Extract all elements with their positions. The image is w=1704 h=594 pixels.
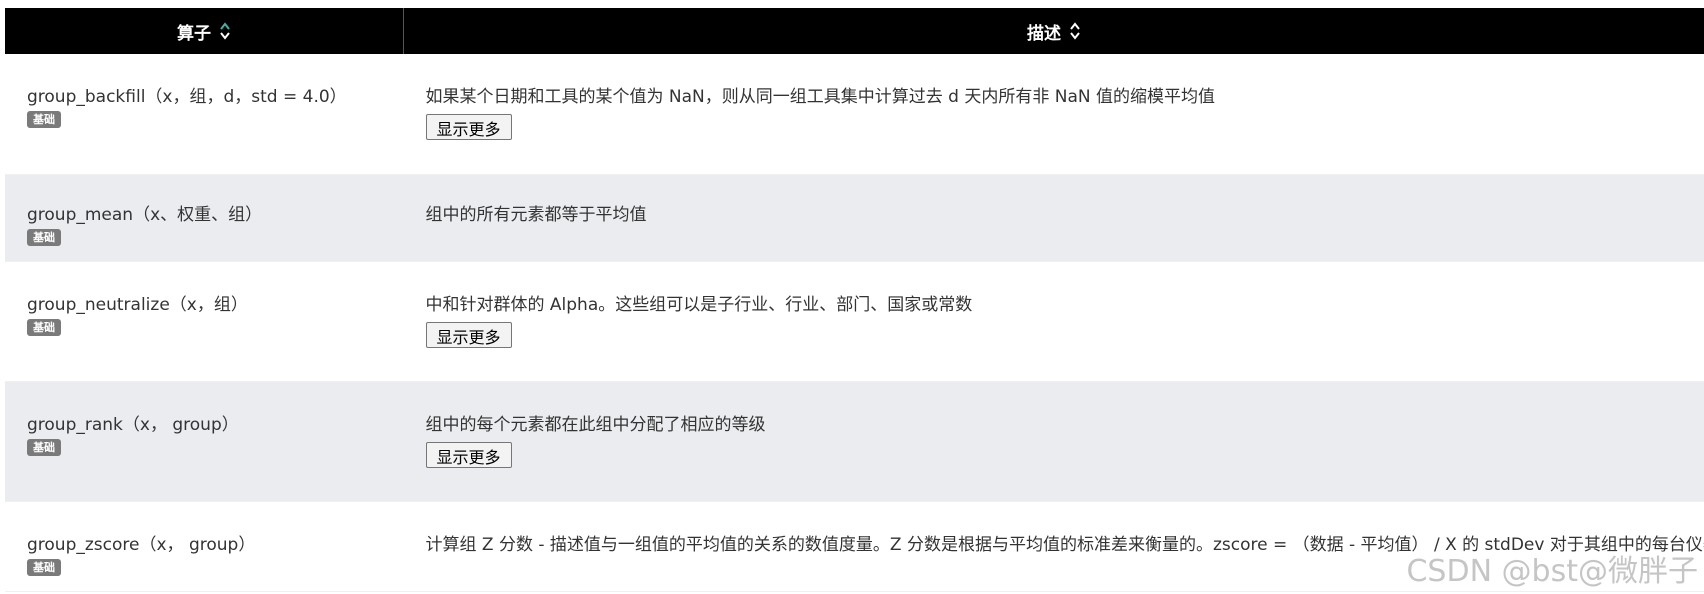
table-row: group_mean（x、权重、组） 基础 组中的所有元素都等于平均值 <box>5 174 1704 261</box>
description-text: 组中的每个元素都在此组中分配了相应的等级 <box>425 414 766 435</box>
table-row: group_backfill（x，组，d，std = 4.0） 基础 如果某个日… <box>5 54 1704 174</box>
table-row: group_neutralize（x，组） 基础 中和针对群体的 Alpha。这… <box>5 261 1704 381</box>
sort-icon[interactable] <box>1069 21 1081 41</box>
show-more-button[interactable]: 显示更多 <box>425 321 512 348</box>
operator-name[interactable]: group_neutralize（x，组） <box>27 295 404 315</box>
table-header-row: 算子 描述 <box>5 8 1704 54</box>
operator-cell: group_zscore（x， group） 基础 <box>5 501 404 591</box>
operator-cell: group_rank（x， group） 基础 <box>5 381 404 501</box>
description-text: 如果某个日期和工具的某个值为 NaN，则从同一组工具集中计算过去 d 天内所有非… <box>425 87 1216 107</box>
show-more-button[interactable]: 显示更多 <box>425 441 512 468</box>
operators-table-container: 算子 描述 group_backfill（x，组，d，std = 4.0） 基础… <box>5 8 1704 592</box>
operator-cell: group_mean（x、权重、组） 基础 <box>5 174 404 261</box>
operator-name[interactable]: group_rank（x， group） <box>27 415 404 435</box>
description-text: 组中的所有元素都等于平均值 <box>425 204 647 225</box>
column-header-operator-label: 算子 <box>177 23 211 44</box>
level-badge: 基础 <box>27 111 61 128</box>
operators-table: 算子 描述 group_backfill（x，组，d，std = 4.0） 基础… <box>5 8 1704 592</box>
description-cell: 如果某个日期和工具的某个值为 NaN，则从同一组工具集中计算过去 d 天内所有非… <box>404 54 1704 174</box>
operator-cell: group_neutralize（x，组） 基础 <box>5 261 404 381</box>
operator-name[interactable]: group_mean（x、权重、组） <box>27 205 404 225</box>
level-badge: 基础 <box>27 318 61 336</box>
level-badge: 基础 <box>27 228 61 246</box>
show-more-button[interactable]: 显示更多 <box>425 114 512 140</box>
operator-cell: group_backfill（x，组，d，std = 4.0） 基础 <box>5 54 404 174</box>
sort-icon[interactable] <box>219 21 231 41</box>
column-header-operator[interactable]: 算子 <box>5 8 404 54</box>
description-cell: 组中的每个元素都在此组中分配了相应的等级 显示更多 <box>404 381 1704 501</box>
table-row: group_rank（x， group） 基础 组中的每个元素都在此组中分配了相… <box>5 381 1704 501</box>
column-header-description[interactable]: 描述 <box>404 8 1704 54</box>
level-badge: 基础 <box>27 438 61 456</box>
column-header-description-label: 描述 <box>1027 23 1061 44</box>
operator-name[interactable]: group_backfill（x，组，d，std = 4.0） <box>27 87 404 107</box>
operator-name[interactable]: group_zscore（x， group） <box>27 535 404 555</box>
description-cell: 组中的所有元素都等于平均值 <box>404 174 1704 261</box>
description-text: 中和针对群体的 Alpha。这些组可以是子行业、行业、部门、国家或常数 <box>425 294 973 315</box>
level-badge: 基础 <box>27 558 61 576</box>
description-cell: 中和针对群体的 Alpha。这些组可以是子行业、行业、部门、国家或常数 显示更多 <box>404 261 1704 381</box>
watermark: CSDN @bst@微胖子 <box>1406 554 1698 589</box>
